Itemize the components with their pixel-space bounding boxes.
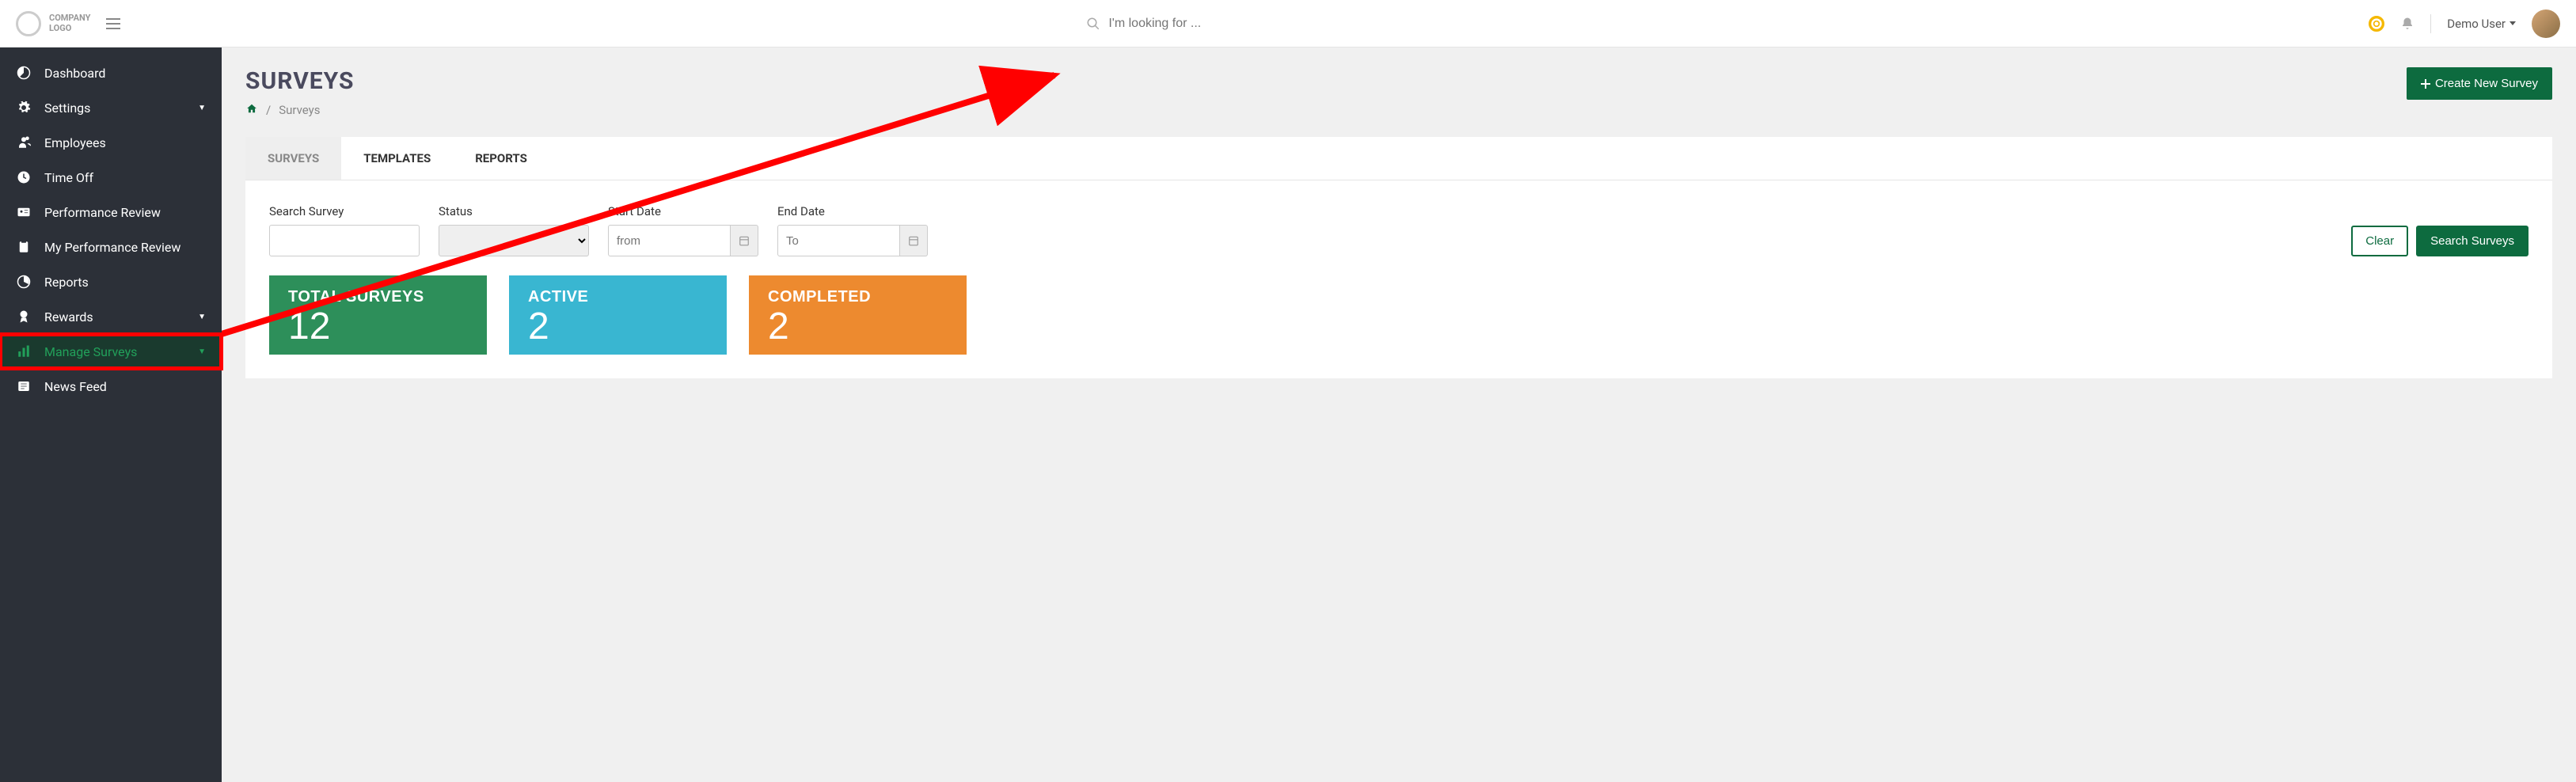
- search-survey-input[interactable]: [269, 225, 420, 256]
- divider: [2430, 14, 2431, 33]
- caret-down-icon: [2510, 21, 2516, 25]
- start-date-label: Start Date: [608, 204, 758, 218]
- calendar-icon: [739, 235, 750, 246]
- users-icon: [16, 135, 32, 150]
- stat-total-surveys: TOTAL SURVEYS12: [269, 275, 487, 355]
- main: SURVEYS / Surveys Create New Survey SURV…: [222, 47, 2576, 782]
- sidebar-item-time-off[interactable]: Time Off: [0, 160, 222, 195]
- search-icon: [1086, 17, 1100, 31]
- user-name-label: Demo User: [2447, 17, 2506, 31]
- tabs: SURVEYSTEMPLATESREPORTS: [245, 137, 2552, 180]
- sidebar-item-label: Reports: [44, 275, 206, 290]
- search-area: [120, 17, 2369, 31]
- header-right: Demo User: [2369, 9, 2560, 38]
- sidebar-item-label: Time Off: [44, 170, 206, 185]
- stat-active: ACTIVE2: [509, 275, 727, 355]
- start-date-calendar-icon[interactable]: [731, 225, 758, 256]
- sidebar-item-my-performance-review[interactable]: My Performance Review: [0, 230, 222, 264]
- breadcrumb-current: Surveys: [279, 103, 320, 117]
- award-icon: [16, 309, 32, 325]
- news-icon: [16, 378, 32, 394]
- stats: TOTAL SURVEYS12ACTIVE2COMPLETED2: [269, 275, 2529, 355]
- start-date-input[interactable]: [608, 225, 731, 256]
- plus-icon: [2421, 79, 2430, 89]
- search-surveys-button[interactable]: Search Surveys: [2416, 226, 2529, 256]
- user-menu[interactable]: Demo User: [2447, 17, 2516, 31]
- avatar[interactable]: [2532, 9, 2560, 38]
- stat-value: 12: [288, 306, 468, 348]
- create-new-survey-button[interactable]: Create New Survey: [2407, 67, 2552, 100]
- logo-icon: [16, 11, 41, 36]
- sidebar-item-reports[interactable]: Reports: [0, 264, 222, 299]
- logo-text: COMPANY LOGO: [49, 13, 90, 32]
- stat-title: ACTIVE: [528, 288, 708, 306]
- sidebar-item-label: Manage Surveys: [44, 344, 185, 359]
- tab-reports[interactable]: REPORTS: [453, 137, 549, 180]
- stat-value: 2: [768, 306, 948, 348]
- tab-templates[interactable]: TEMPLATES: [341, 137, 453, 180]
- sidebar-item-news-feed[interactable]: News Feed: [0, 369, 222, 404]
- sidebar-item-rewards[interactable]: Rewards ▼: [0, 299, 222, 334]
- help-icon[interactable]: [2369, 16, 2384, 32]
- dashboard-icon: [16, 65, 32, 81]
- bar-icon: [16, 344, 32, 359]
- tab-surveys[interactable]: SURVEYS: [245, 137, 341, 180]
- page-title: SURVEYS: [245, 67, 354, 95]
- stat-title: COMPLETED: [768, 288, 948, 306]
- hamburger-icon[interactable]: [106, 18, 120, 29]
- logo[interactable]: COMPANY LOGO: [16, 11, 90, 36]
- sidebar-item-label: News Feed: [44, 379, 206, 394]
- end-date-input[interactable]: [777, 225, 900, 256]
- breadcrumb-sep: /: [266, 103, 271, 117]
- search-survey-label: Search Survey: [269, 204, 420, 218]
- search-input[interactable]: [1108, 17, 1403, 31]
- sidebar-item-performance-review[interactable]: Performance Review: [0, 195, 222, 230]
- header: COMPANY LOGO Demo User: [0, 0, 2576, 47]
- end-date-calendar-icon[interactable]: [900, 225, 928, 256]
- id-card-icon: [16, 204, 32, 220]
- stat-value: 2: [528, 306, 708, 348]
- chevron-down-icon: ▼: [198, 104, 206, 112]
- sidebar-item-employees[interactable]: Employees: [0, 125, 222, 160]
- bell-icon[interactable]: [2400, 16, 2415, 32]
- sidebar-item-manage-surveys[interactable]: Manage Surveys ▼: [0, 334, 222, 369]
- clock-icon: [16, 169, 32, 185]
- sidebar-item-label: Settings: [44, 101, 185, 116]
- sidebar-item-settings[interactable]: Settings ▼: [0, 90, 222, 125]
- stat-title: TOTAL SURVEYS: [288, 288, 468, 306]
- chevron-down-icon: ▼: [198, 313, 206, 321]
- calendar-icon: [908, 235, 919, 246]
- breadcrumb-home[interactable]: [245, 103, 258, 117]
- status-label: Status: [439, 204, 589, 218]
- pie-icon: [16, 274, 32, 290]
- clear-button[interactable]: Clear: [2351, 226, 2408, 256]
- chevron-down-icon: ▼: [198, 347, 206, 356]
- status-select[interactable]: [439, 225, 589, 256]
- sidebar: Dashboard Settings ▼ Employees Time Off Perfo…: [0, 47, 222, 782]
- sidebar-item-label: My Performance Review: [44, 240, 206, 255]
- sidebar-item-dashboard[interactable]: Dashboard: [0, 55, 222, 90]
- sidebar-item-label: Performance Review: [44, 205, 206, 220]
- sidebar-item-label: Dashboard: [44, 66, 206, 81]
- end-date-label: End Date: [777, 204, 928, 218]
- create-button-label: Create New Survey: [2435, 77, 2538, 90]
- stat-completed: COMPLETED2: [749, 275, 967, 355]
- sidebar-item-label: Employees: [44, 135, 206, 150]
- gear-icon: [16, 100, 32, 116]
- sidebar-item-label: Rewards: [44, 309, 185, 325]
- breadcrumb: / Surveys: [245, 103, 354, 117]
- home-icon: [245, 103, 258, 114]
- clipboard-icon: [16, 239, 32, 255]
- filter-card: Search Survey Status Start Date: [245, 180, 2552, 378]
